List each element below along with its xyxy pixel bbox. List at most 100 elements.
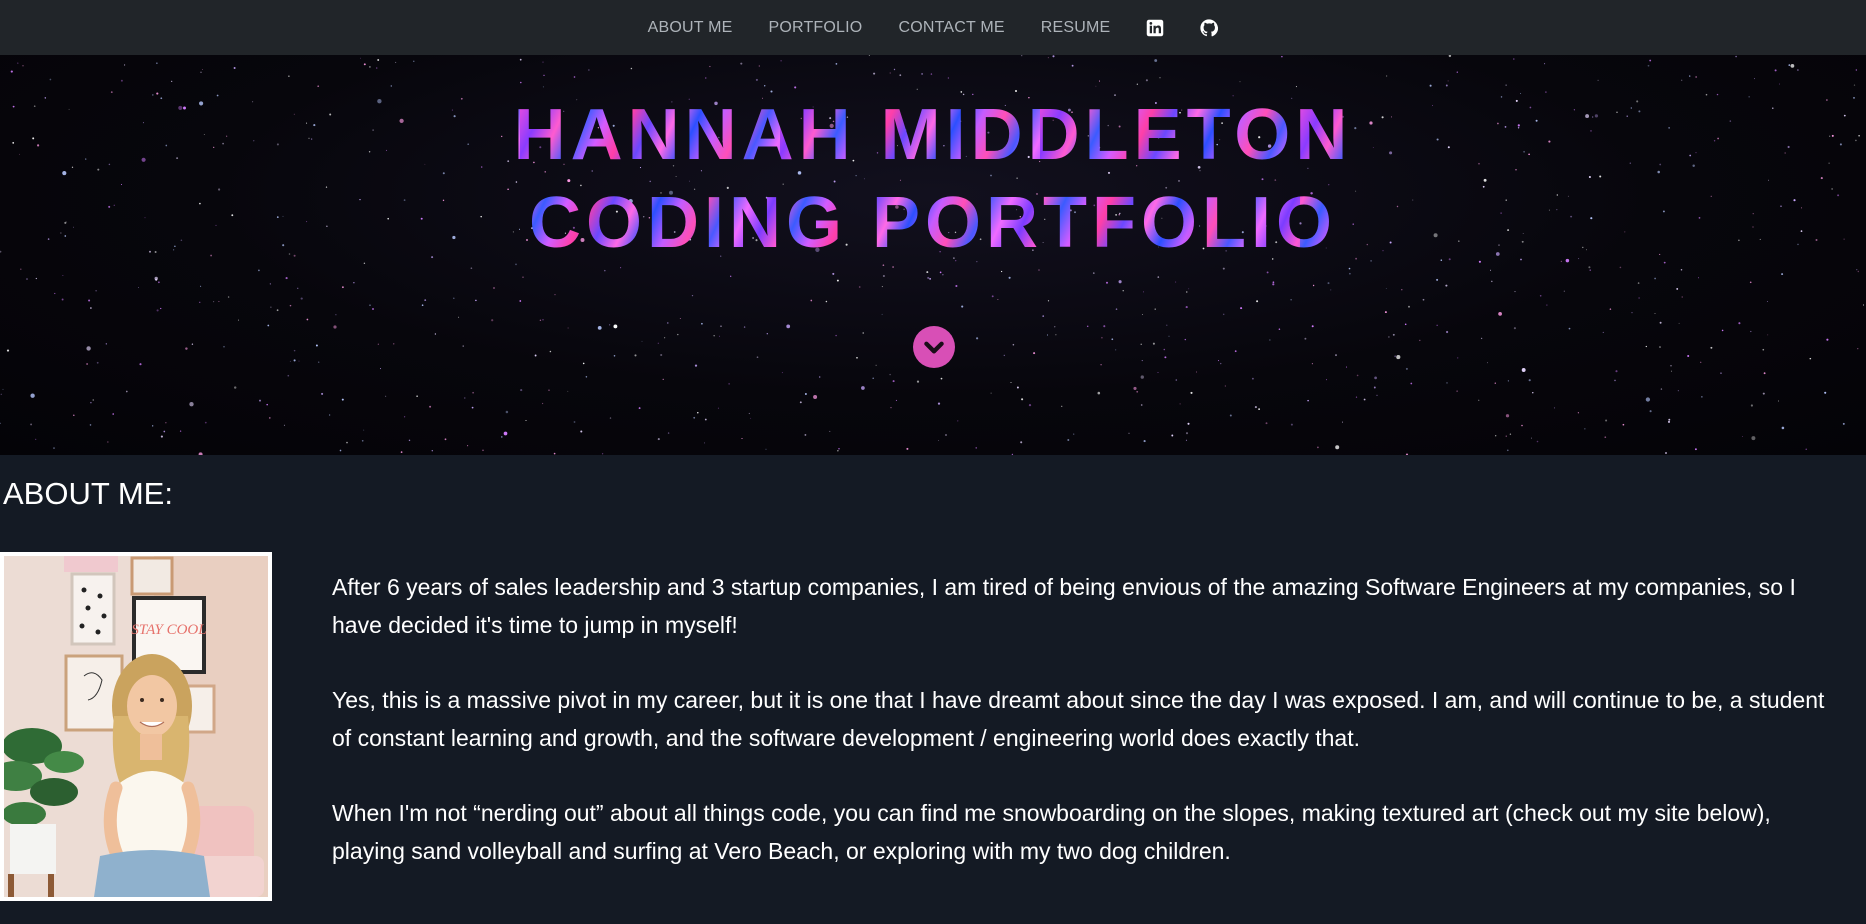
star — [835, 334, 837, 337]
star — [1163, 348, 1166, 351]
star — [955, 284, 958, 288]
star — [408, 439, 411, 442]
star — [413, 60, 415, 62]
star — [916, 88, 918, 90]
star — [1788, 64, 1791, 66]
star — [198, 452, 203, 455]
star — [620, 267, 622, 269]
star — [107, 441, 109, 443]
photo-art-text: STAY COOL — [131, 622, 206, 638]
star — [1097, 391, 1101, 395]
star — [1446, 330, 1449, 334]
star — [1539, 295, 1542, 297]
hero-banner: HANNAH MIDDLETON CODING PORTFOLIO — [0, 55, 1866, 455]
star — [258, 269, 260, 272]
star — [20, 268, 22, 271]
scroll-down-button[interactable] — [913, 326, 955, 368]
star — [289, 304, 292, 307]
star — [233, 67, 236, 69]
star — [1577, 412, 1580, 414]
star — [705, 77, 707, 79]
star — [1584, 428, 1586, 430]
star — [927, 276, 930, 279]
star — [926, 271, 929, 274]
star — [202, 69, 203, 70]
star — [429, 405, 432, 408]
star — [1781, 426, 1785, 430]
star — [90, 401, 92, 404]
star — [204, 421, 207, 424]
star — [1645, 397, 1651, 402]
star — [1317, 446, 1319, 449]
star — [786, 324, 791, 329]
star — [158, 281, 160, 284]
star — [1052, 55, 1055, 58]
star — [613, 355, 616, 357]
star — [1055, 334, 1057, 336]
nav-link-about-me[interactable]: ABOUT ME — [648, 18, 733, 38]
star — [458, 316, 460, 318]
star — [1720, 372, 1722, 374]
star — [1033, 352, 1036, 355]
nav-link-portfolio[interactable]: PORTFOLIO — [768, 18, 862, 38]
star — [293, 349, 296, 352]
star — [1038, 269, 1040, 271]
star — [1530, 437, 1532, 439]
star — [285, 277, 288, 280]
star — [1857, 348, 1859, 350]
star — [1615, 370, 1618, 373]
star — [1445, 84, 1448, 87]
star — [1410, 382, 1413, 385]
star — [1179, 403, 1181, 405]
star — [267, 324, 270, 327]
star — [393, 343, 395, 345]
star — [542, 402, 544, 405]
star — [542, 61, 544, 63]
star — [567, 390, 569, 392]
star — [1020, 441, 1023, 444]
star — [1101, 336, 1103, 339]
star — [717, 407, 719, 409]
star — [667, 432, 670, 434]
star — [899, 74, 902, 77]
star — [1824, 391, 1827, 394]
star — [921, 72, 924, 75]
star — [1229, 414, 1232, 417]
star — [501, 436, 503, 438]
nav-link-resume[interactable]: RESUME — [1041, 18, 1111, 38]
star — [1251, 377, 1254, 380]
star — [1670, 365, 1672, 367]
star — [1269, 339, 1271, 341]
star — [1143, 440, 1146, 443]
star — [916, 380, 920, 383]
star — [1185, 432, 1189, 435]
star — [1128, 432, 1130, 434]
star — [890, 407, 892, 409]
star — [573, 76, 576, 78]
star — [317, 85, 320, 88]
about-paragraph-3: When I'm not “nerding out” about all thi… — [332, 800, 1771, 864]
star — [1513, 58, 1515, 60]
star — [86, 346, 91, 351]
star — [276, 309, 279, 312]
star — [1217, 360, 1220, 362]
star — [1532, 392, 1534, 394]
star — [1234, 350, 1237, 353]
star — [740, 62, 743, 65]
star — [1185, 439, 1187, 441]
star — [1355, 396, 1358, 398]
star — [1342, 421, 1343, 423]
nav-link-contact-me[interactable]: CONTACT ME — [898, 18, 1004, 38]
linkedin-link[interactable] — [1138, 16, 1172, 40]
star — [1335, 445, 1340, 450]
star — [1311, 363, 1313, 365]
star — [1857, 270, 1860, 273]
star — [838, 448, 840, 450]
star — [1855, 69, 1857, 71]
star — [1016, 386, 1019, 389]
star — [86, 363, 88, 365]
star — [881, 286, 883, 288]
hero-title: HANNAH MIDDLETON CODING PORTFOLIO — [0, 91, 1866, 267]
github-link[interactable] — [1192, 16, 1226, 40]
star — [1388, 336, 1390, 338]
